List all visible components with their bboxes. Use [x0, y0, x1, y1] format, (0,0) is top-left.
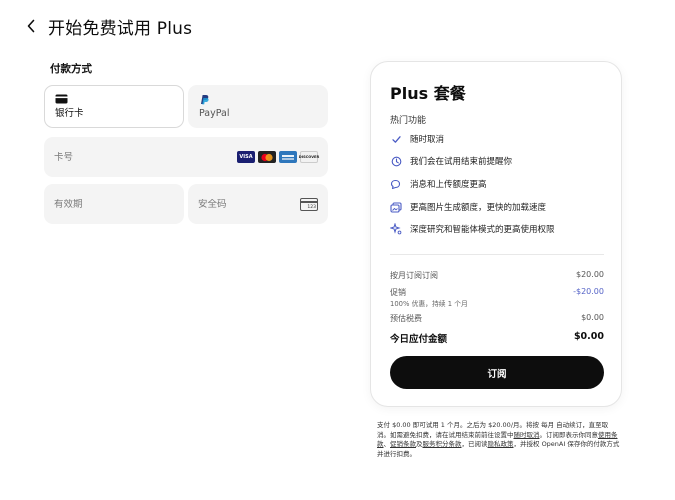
- privacy-policy-link[interactable]: 隐私政策: [488, 440, 514, 448]
- chevron-left-icon: [27, 19, 35, 33]
- mastercard-logo-icon: [258, 151, 276, 163]
- promo-label: 促销: [390, 288, 406, 297]
- card-brand-logos: VISA DISCOVER: [237, 151, 320, 163]
- promo-subtext: 100% 优惠，持续 1 个月: [390, 300, 468, 308]
- payment-method-paypal-label: PayPal: [199, 108, 230, 119]
- feature-item: 消息和上传额度更高: [390, 178, 487, 190]
- features-heading: 热门功能: [390, 116, 427, 126]
- clock-icon: [390, 155, 402, 167]
- feature-text: 我们会在试用结束前提醒你: [410, 157, 513, 167]
- chat-bubbles-icon: [390, 178, 402, 190]
- visa-logo-text: VISA: [239, 154, 253, 160]
- amex-logo-icon: [279, 151, 297, 163]
- disclaimer-part: ，已阅读: [461, 440, 488, 449]
- cancel-anytime-link[interactable]: 随时取消: [514, 431, 540, 439]
- checkout-page: 开始免费试用 Plus 付款方式 银行卡 PayPal VISA: [0, 0, 675, 500]
- disclaimer-text: 支付 $0.00 即可试用 1 个月。之后为 $20.00/月。将按 每月 自动…: [377, 421, 621, 459]
- tax-row: 预估税费 $0.00: [390, 313, 604, 324]
- credit-card-icon: [55, 94, 68, 104]
- check-icon: [390, 133, 402, 145]
- cvc-input[interactable]: [198, 198, 300, 210]
- card-number-field[interactable]: VISA DISCOVER: [44, 137, 328, 177]
- images-icon: [390, 201, 402, 213]
- subscribe-button[interactable]: 订阅: [390, 356, 604, 389]
- payment-method-label: 付款方式: [50, 63, 92, 75]
- feature-text: 消息和上传额度更高: [410, 180, 487, 190]
- feature-text: 随时取消: [410, 135, 445, 145]
- total-value: $0.00: [573, 331, 604, 342]
- feature-text: 更高图片生成额度，更快的加载速度: [410, 203, 547, 213]
- total-label: 今日应付金额: [390, 334, 448, 345]
- monthly-value: $20.00: [576, 270, 604, 279]
- payment-method-card[interactable]: 银行卡: [44, 85, 184, 128]
- summary-divider: [390, 254, 604, 255]
- promo-value: -$20.00: [573, 287, 604, 296]
- promo-terms-link[interactable]: 促销条款: [390, 440, 416, 448]
- payment-method-paypal[interactable]: PayPal: [188, 85, 328, 128]
- header: 开始免费试用 Plus: [22, 12, 192, 40]
- feature-item: 深度研究和智能体模式的更高使用权限: [390, 223, 555, 235]
- paypal-logo-icon: [201, 95, 209, 105]
- expiry-field[interactable]: [44, 184, 184, 224]
- cvc-icon-digits: 123: [307, 204, 316, 210]
- cvc-card-icon: 123: [300, 197, 318, 211]
- feature-item: 我们会在试用结束前提醒你: [390, 155, 512, 167]
- discover-logo-icon: DISCOVER: [298, 151, 320, 163]
- tax-label: 预估税费: [390, 314, 422, 323]
- promo-row: 促销 -$20.00: [390, 287, 604, 298]
- monthly-label: 按月订阅订阅: [390, 271, 438, 280]
- visa-logo-icon: VISA: [237, 151, 255, 163]
- service-credit-terms-link[interactable]: 服务积分条款: [423, 440, 462, 448]
- feature-text: 深度研究和智能体模式的更高使用权限: [410, 225, 555, 235]
- feature-item: 随时取消: [390, 133, 444, 145]
- feature-item: 更高图片生成额度，更快的加载速度: [390, 201, 546, 213]
- cvc-field[interactable]: 123: [188, 184, 328, 224]
- payment-method-card-label: 银行卡: [55, 108, 84, 119]
- back-button[interactable]: [22, 14, 40, 38]
- expiry-input[interactable]: [54, 198, 174, 210]
- total-row: 今日应付金额 $0.00: [390, 331, 604, 345]
- page-title: 开始免费试用 Plus: [48, 18, 193, 39]
- disclaimer-part: 。订阅即表示你同意: [539, 430, 599, 439]
- discover-logo-text: DISCOVER: [298, 155, 320, 159]
- sparkle-agent-icon: [390, 223, 402, 235]
- plan-title: Plus 套餐: [390, 84, 466, 103]
- plan-summary-panel: Plus 套餐 热门功能 随时取消 我们会在试用结束前提醒你 消息和上传额度更高: [370, 61, 622, 407]
- card-number-input[interactable]: [54, 151, 237, 163]
- monthly-row: 按月订阅订阅 $20.00: [390, 270, 604, 281]
- tax-value: $0.00: [581, 313, 604, 322]
